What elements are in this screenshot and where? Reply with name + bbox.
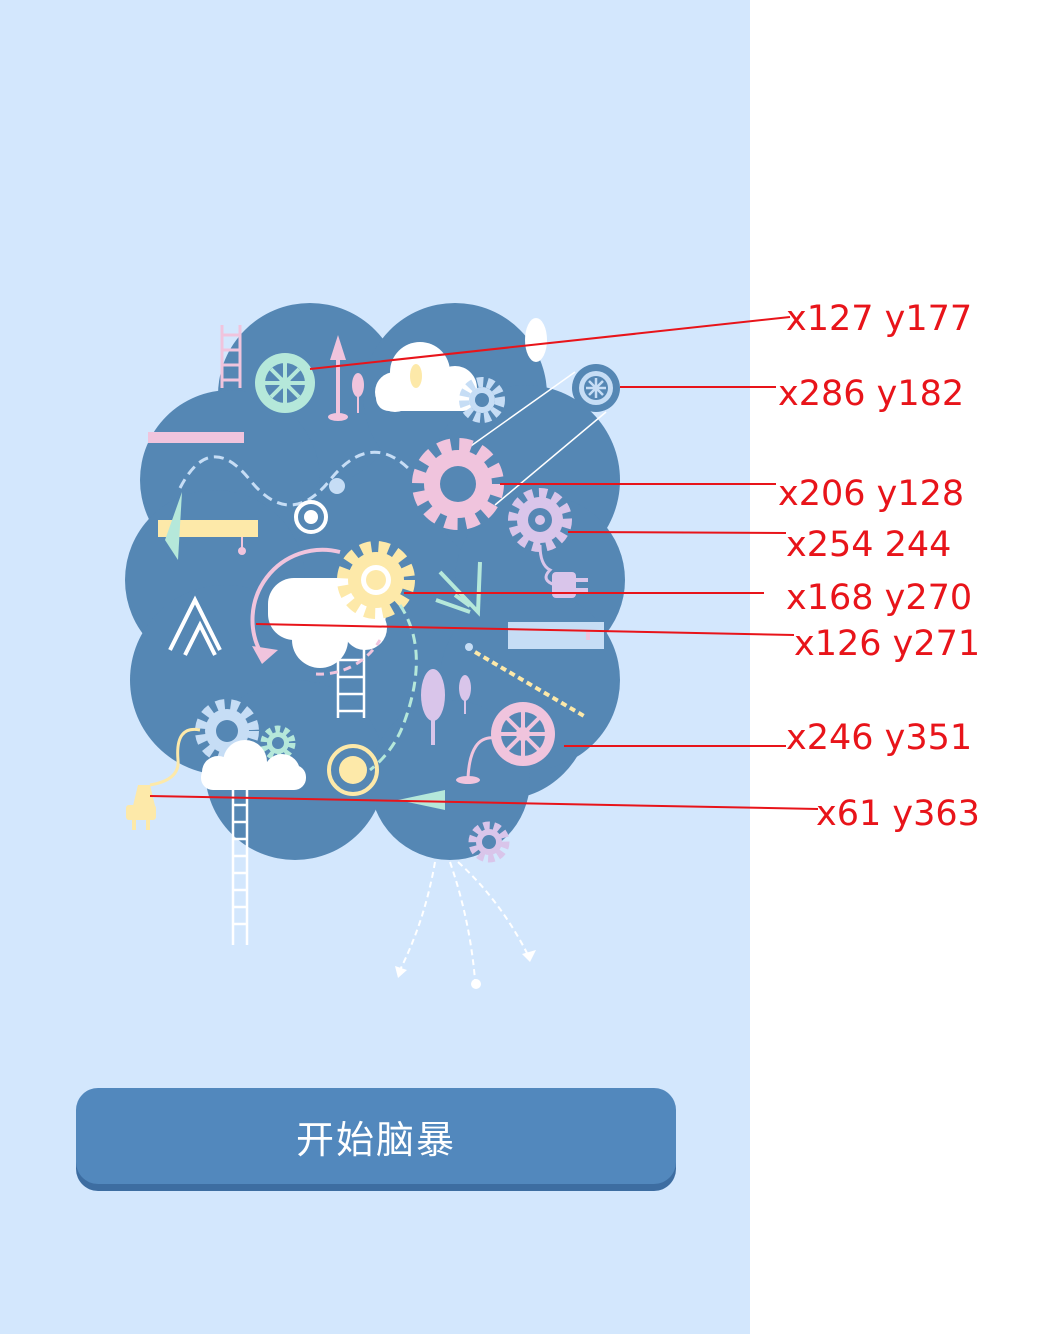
annotation-label: x61 y363: [816, 794, 980, 834]
annotation-label: x206 y128: [778, 474, 965, 514]
pink-wheel-icon: [491, 702, 555, 766]
annotation-label: x254 244: [786, 525, 952, 565]
annotation-label: x127 y177: [786, 299, 973, 339]
white-drop-icon: [525, 318, 547, 362]
small-blue-wheel-icon: [572, 364, 620, 412]
annotation-label: x126 y271: [794, 624, 981, 664]
annotation-label: x168 y270: [786, 578, 973, 618]
yellow-gear-icon: [337, 541, 415, 619]
dashed-roots: [399, 861, 529, 981]
yellow-drop-icon: [410, 364, 422, 388]
pink-bar-icon: [148, 432, 244, 443]
annotation-label: x246 y351: [786, 718, 973, 758]
pink-gear-icon: [412, 438, 504, 530]
start-brainstorm-button[interactable]: 开始脑暴: [76, 1088, 676, 1184]
annotation-label: x286 y182: [778, 374, 965, 414]
yellow-plug-icon: [126, 785, 156, 830]
lavender-gear-icon: [508, 488, 572, 552]
mint-wheel-icon: [255, 353, 315, 413]
